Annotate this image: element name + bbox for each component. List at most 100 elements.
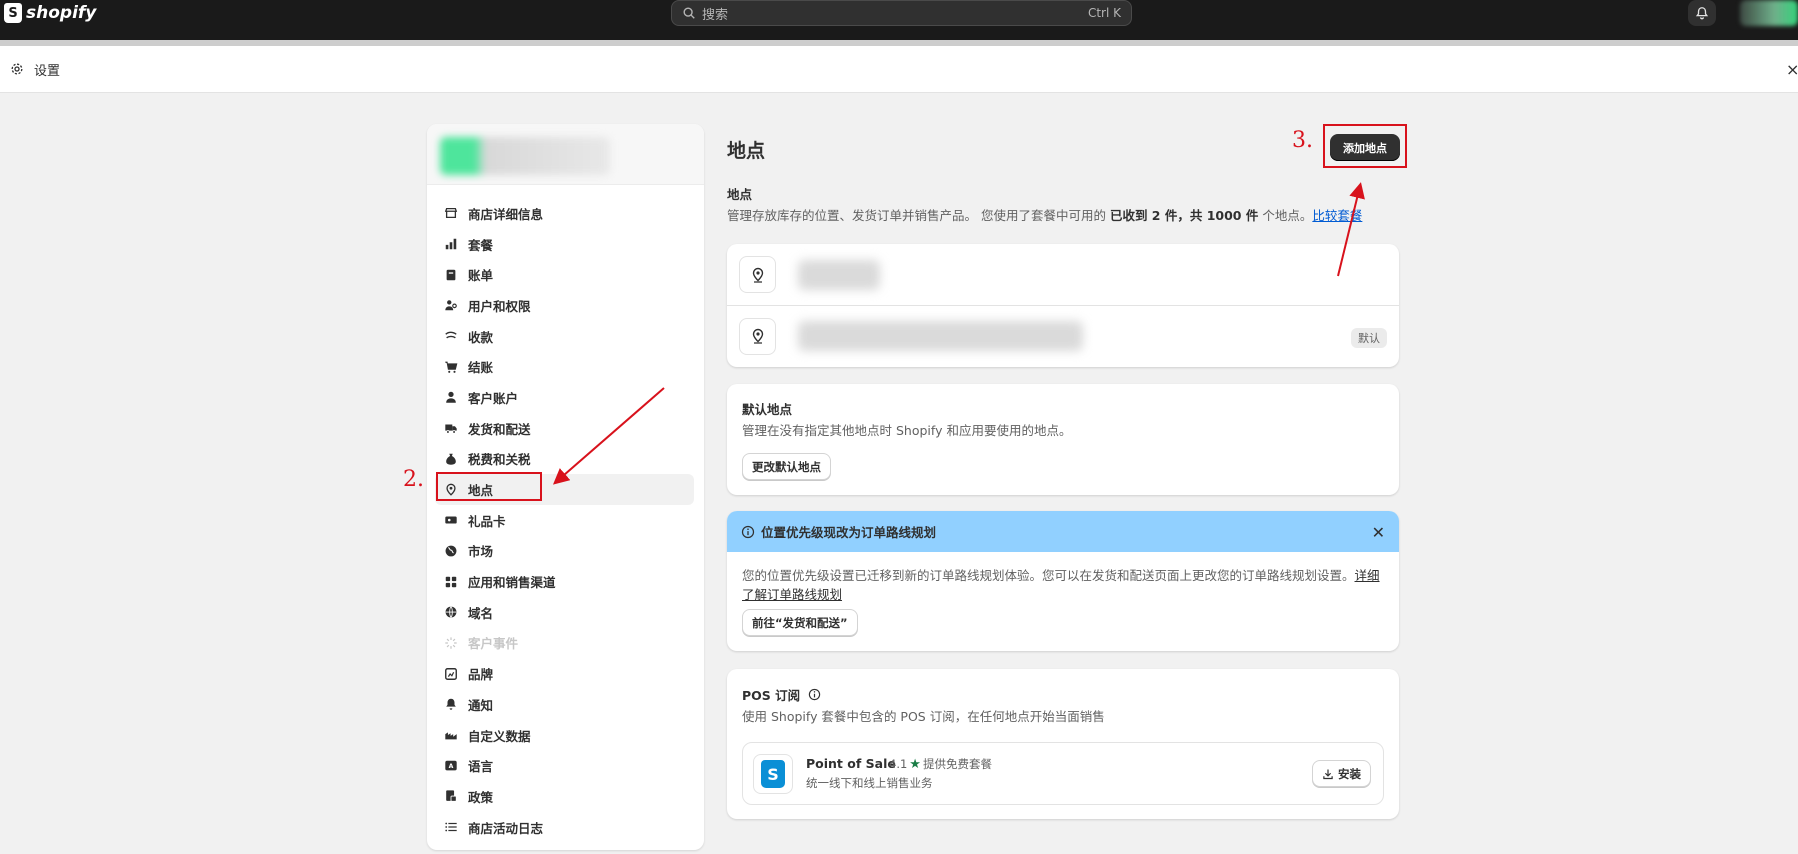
page-title: 地点 <box>727 140 766 162</box>
banner-body: 您的位置优先级设置已迁移到新的订单路线规划体验。您可以在发货和配送页面上更改您的… <box>742 566 1392 604</box>
policy-icon <box>446 790 457 803</box>
sidebar-item-label: 商店详细信息 <box>468 206 544 222</box>
plan-icon <box>445 238 457 250</box>
sidebar-item-label: 礼品卡 <box>468 513 506 529</box>
default-location-card: 默认地点 管理在没有指定其他地点时 Shopify 和应用要使用的地点。 更改默… <box>727 384 1399 495</box>
sidebar-item: 客户事件 <box>435 628 694 659</box>
sidebar-item[interactable]: 应用和销售渠道 <box>435 566 694 597</box>
brand-icon <box>445 667 457 680</box>
gear-icon <box>11 63 23 75</box>
step-3-label: 3. <box>1292 128 1313 153</box>
sidebar-item-label: 套餐 <box>468 237 494 253</box>
events-icon <box>445 637 457 649</box>
default-location-title: 默认地点 <box>742 402 793 417</box>
shopify-bag-icon: S <box>761 760 785 788</box>
install-label: 安装 <box>1338 766 1361 781</box>
location-row[interactable]: 默认 <box>727 305 1399 366</box>
search-icon <box>683 7 695 19</box>
brand-name: shopify <box>26 3 97 23</box>
sidebar-item[interactable]: 结账 <box>435 351 694 382</box>
step-2-highlight-box <box>436 472 542 501</box>
sidebar-item[interactable]: 商店活动日志 <box>435 812 694 843</box>
shopify-bag-icon: S <box>4 3 22 23</box>
step-2-label: 2. <box>403 467 424 492</box>
sidebar-item[interactable]: 通知 <box>435 689 694 720</box>
sidebar-item-label: 税费和关税 <box>468 452 531 468</box>
sidebar-item-label: 域名 <box>468 605 494 621</box>
sidebar-item[interactable]: 域名 <box>435 597 694 628</box>
sidebar-item[interactable]: 发货和配送 <box>435 413 694 444</box>
store-header[interactable] <box>427 124 704 185</box>
sidebar-item[interactable]: 市场 <box>435 536 694 567</box>
sidebar-item[interactable]: 客户账户 <box>435 382 694 413</box>
settings-header: 设置 × <box>0 46 1798 93</box>
download-icon <box>1323 769 1333 779</box>
banner-header: 位置优先级现改为订单路线规划 ✕ <box>727 511 1399 552</box>
banner-title: 位置优先级现改为订单路线规划 <box>761 525 937 540</box>
compare-plans-link[interactable]: 比较套餐 <box>1312 208 1362 223</box>
sidebar-item-label: 政策 <box>468 789 494 805</box>
sidebar-item-label: 账单 <box>468 268 494 284</box>
star-icon: ★ <box>909 756 921 772</box>
pos-app-row[interactable]: S Point of Sale 4.1 ★ 提供免费套餐 统一线下和线上销售业务 安… <box>742 742 1384 805</box>
step-3-highlight-box <box>1323 124 1407 168</box>
location-row[interactable] <box>727 244 1399 305</box>
info-banner: 位置优先级现改为订单路线规划 ✕ 您的位置优先级设置已迁移到新的订单路线规划体验… <box>727 511 1399 651</box>
custom-data-icon <box>445 732 457 740</box>
apps-icon <box>445 576 457 587</box>
desc-count: 已收到 2 件，共 1000 件 <box>1109 208 1259 223</box>
settings-nav: 商店详细信息 套餐 账单 用户和权限 收款 结账 客户账户 发货和配送 税费和关税 地点 礼品卡 市场… <box>427 185 704 842</box>
sidebar-item[interactable]: 套餐 <box>435 229 694 260</box>
change-default-location-button[interactable]: 更改默认地点 <box>742 453 831 480</box>
location-pin-icon <box>739 317 776 355</box>
store-avatar[interactable] <box>1740 0 1798 26</box>
search-shortcut: Ctrl K <box>1087 6 1121 20</box>
install-button[interactable]: 安装 <box>1312 760 1371 787</box>
pos-title-row: POS 订阅 <box>742 685 821 704</box>
sidebar-item-label: 收款 <box>468 329 494 345</box>
sidebar-item-label: 商店活动日志 <box>468 820 544 836</box>
location-pin-icon <box>739 256 776 293</box>
sidebar-item-label: 发货和配送 <box>468 421 531 437</box>
billing-icon <box>446 269 456 280</box>
sidebar-item[interactable]: 礼品卡 <box>435 505 694 536</box>
close-icon[interactable]: ✕ <box>1372 523 1385 542</box>
search-bar[interactable]: 搜索 Ctrl K <box>671 0 1132 26</box>
go-to-shipping-button[interactable]: 前往“发货和配送” <box>742 609 858 636</box>
sidebar-item-label: 应用和销售渠道 <box>468 575 556 591</box>
svg-text:A: A <box>449 763 454 770</box>
bell-icon <box>1695 7 1709 20</box>
sidebar-item[interactable]: 商店详细信息 <box>435 198 694 229</box>
desc-text: 管理存放库存的位置、发货订单并销售产品。 您使用了套餐中可用的 <box>727 208 1110 223</box>
sidebar-item-label: 结账 <box>468 360 494 376</box>
notifications-button[interactable] <box>1688 0 1716 26</box>
sidebar-item[interactable]: 用户和权限 <box>435 290 694 321</box>
bell-icon <box>446 699 456 711</box>
section-description: 管理存放库存的位置、发货订单并销售产品。 您使用了套餐中可用的 已收到 2 件，… <box>727 205 1427 224</box>
close-settings-button[interactable]: × <box>1786 60 1798 79</box>
rating-value: 4.1 <box>889 757 908 771</box>
top-bar: S shopify 搜索 Ctrl K <box>0 0 1798 40</box>
sidebar-item[interactable]: 税费和关税 <box>435 444 694 475</box>
tax-icon <box>446 453 456 465</box>
cart-icon <box>445 361 458 373</box>
truck-icon <box>445 424 457 434</box>
sidebar-item[interactable]: 政策 <box>435 781 694 812</box>
banner-text: 您的位置优先级设置已迁移到新的订单路线规划体验。您可以在发货和配送页面上更改您的… <box>742 568 1355 583</box>
info-icon[interactable] <box>808 688 821 701</box>
pos-app-name: Point of Sale <box>806 756 896 771</box>
sidebar-item-label: 语言 <box>468 759 494 775</box>
shopify-logo[interactable]: S shopify <box>4 3 96 23</box>
sidebar-item-label: 客户事件 <box>468 636 519 652</box>
list-icon <box>445 822 457 832</box>
domain-icon <box>445 606 457 618</box>
pos-app-icon: S <box>753 754 793 794</box>
search-placeholder: 搜索 <box>702 7 729 23</box>
sidebar-item[interactable]: 自定义数据 <box>435 720 694 751</box>
sidebar-item[interactable]: A 语言 <box>435 750 694 781</box>
sidebar-item[interactable]: 品牌 <box>435 658 694 689</box>
sidebar-item[interactable]: 收款 <box>435 321 694 352</box>
desc-suffix: 个地点。 <box>1258 208 1313 223</box>
sidebar-item[interactable]: 账单 <box>435 259 694 290</box>
sidebar-item-label: 自定义数据 <box>468 728 531 744</box>
